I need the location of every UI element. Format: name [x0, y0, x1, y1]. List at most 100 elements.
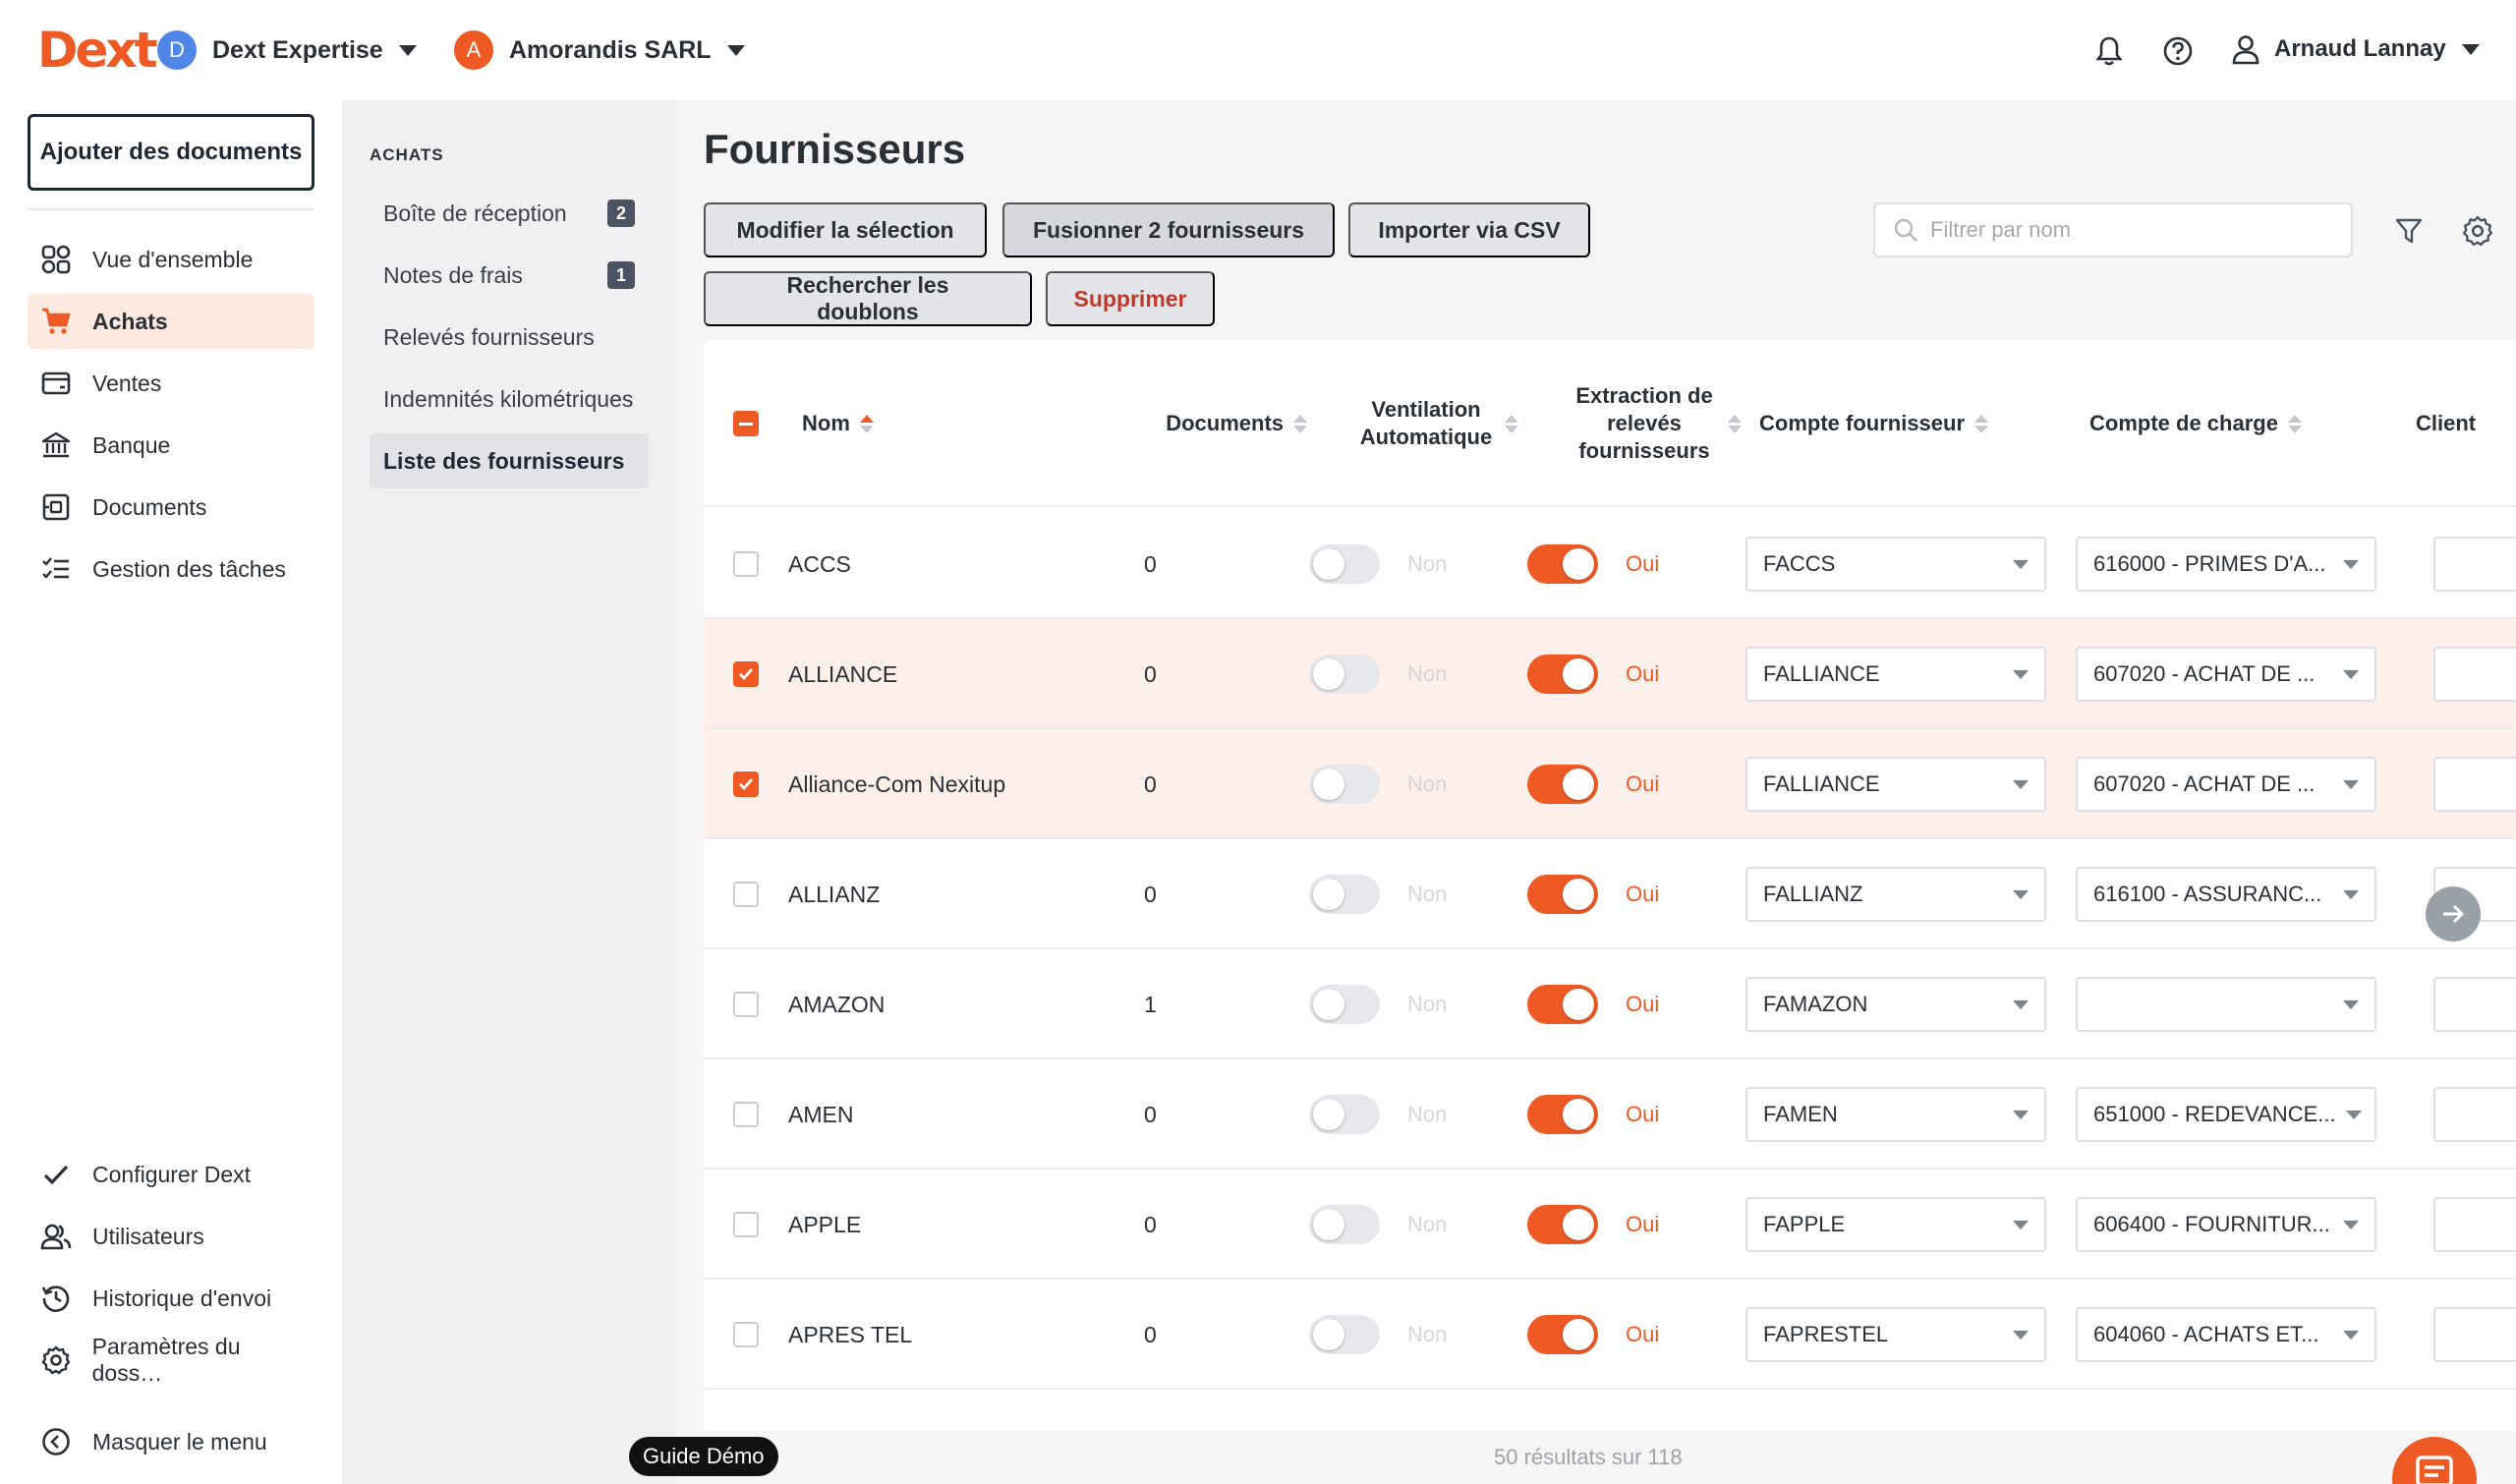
extraction-toggle[interactable]: Oui: [1527, 729, 1659, 839]
import-csv-button[interactable]: Importer via CSV: [1348, 202, 1590, 257]
user-menu[interactable]: Arnaud Lannay: [2231, 29, 2480, 69]
table-row[interactable]: APPLE 0 Non Oui FAPPLE 606400 - FOURNITUR...: [704, 1170, 2516, 1280]
supplier-name[interactable]: AMEN: [788, 1059, 853, 1170]
extraction-toggle[interactable]: Oui: [1527, 949, 1659, 1059]
client-account-select[interactable]: [2433, 509, 2516, 619]
client-account-select[interactable]: [2433, 1059, 2516, 1170]
ventilation-toggle[interactable]: Non: [1309, 729, 1447, 839]
charge-account-select[interactable]: 606400 - FOURNITUR...: [2076, 1170, 2376, 1280]
charge-account-select[interactable]: 607020 - ACHAT DE ...: [2076, 619, 2376, 729]
client-account-select[interactable]: [2433, 619, 2516, 729]
charge-account-select[interactable]: 616000 - PRIMES D'A...: [2076, 509, 2376, 619]
row-checkbox[interactable]: [733, 729, 759, 839]
row-checkbox[interactable]: [733, 839, 759, 949]
filter-by-name-field[interactable]: Filtrer par nom: [1873, 202, 2353, 257]
client-account-select[interactable]: [2433, 729, 2516, 839]
table-row[interactable]: AMEN 0 Non Oui FAMEN 651000 - REDEVANCE...: [704, 1059, 2516, 1170]
column-ventilation[interactable]: Ventilation Automatique: [1348, 340, 1527, 507]
org-switcher-client[interactable]: A Amorandis SARL: [454, 28, 745, 73]
ventilation-toggle[interactable]: Non: [1309, 839, 1447, 949]
supplier-name[interactable]: Alliance-Com Nexitup: [788, 729, 1005, 839]
nav-item-sales[interactable]: Ventes: [28, 356, 314, 411]
subnav-item-statements[interactable]: Relevés fournisseurs: [370, 310, 649, 365]
scroll-right-button[interactable]: [2426, 886, 2481, 942]
supplier-name[interactable]: ALLIANZ: [788, 839, 880, 949]
merge-suppliers-button[interactable]: Fusionner 2 fournisseurs: [1002, 202, 1335, 257]
charge-account-select[interactable]: 651000 - REDEVANCE...: [2076, 1059, 2376, 1170]
ventilation-toggle[interactable]: Non: [1309, 619, 1447, 729]
ventilation-toggle[interactable]: Non: [1309, 1280, 1447, 1390]
column-documents[interactable]: Documents: [1128, 340, 1307, 507]
supplier-account-select[interactable]: FAPRESTEL: [1745, 1280, 2046, 1390]
subnav-item-mileage[interactable]: Indemnités kilométriques: [370, 371, 649, 427]
bell-icon[interactable]: [2089, 31, 2129, 71]
subnav-item-inbox[interactable]: Boîte de réception 2: [370, 186, 649, 241]
charge-account-select[interactable]: 607020 - ACHAT DE ...: [2076, 729, 2376, 839]
find-duplicates-button[interactable]: Rechercher les doublons: [704, 271, 1032, 326]
column-extraction[interactable]: Extraction de relevés fournisseurs: [1565, 340, 1747, 507]
org-switcher-practice[interactable]: D Dext Expertise: [157, 28, 417, 73]
column-charge-account[interactable]: Compte de charge: [2089, 340, 2302, 507]
row-checkbox[interactable]: [733, 509, 759, 619]
subnav-item-expenses[interactable]: Notes de frais 1: [370, 248, 649, 303]
ventilation-toggle[interactable]: Non: [1309, 1059, 1447, 1170]
column-supplier-account[interactable]: Compte fournisseur: [1759, 340, 1989, 507]
client-account-select[interactable]: [2433, 949, 2516, 1059]
supplier-name[interactable]: APPLE: [788, 1170, 861, 1280]
hide-menu-button[interactable]: Masquer le menu: [28, 1414, 314, 1469]
ventilation-toggle[interactable]: Non: [1309, 1170, 1447, 1280]
supplier-account-select[interactable]: FAMEN: [1745, 1059, 2046, 1170]
client-account-select[interactable]: [2433, 1280, 2516, 1390]
extraction-toggle[interactable]: Oui: [1527, 619, 1659, 729]
demo-guide-button[interactable]: Guide Démo: [629, 1437, 778, 1476]
nav-item-documents[interactable]: Documents: [28, 480, 314, 535]
row-checkbox[interactable]: [733, 1059, 759, 1170]
nav-item-overview[interactable]: Vue d'ensemble: [28, 232, 314, 287]
row-checkbox[interactable]: [733, 1280, 759, 1390]
extraction-toggle[interactable]: Oui: [1527, 1170, 1659, 1280]
charge-account-select[interactable]: 616100 - ASSURANC...: [2076, 839, 2376, 949]
subnav-item-suppliers[interactable]: Liste des fournisseurs: [370, 433, 649, 488]
supplier-account-select[interactable]: FAPPLE: [1745, 1170, 2046, 1280]
column-client[interactable]: Client: [2416, 340, 2476, 507]
gear-icon[interactable]: [2459, 212, 2496, 250]
supplier-account-select[interactable]: FACCS: [1745, 509, 2046, 619]
supplier-name[interactable]: ALLIANCE: [788, 619, 897, 729]
supplier-account-select[interactable]: FALLIANZ: [1745, 839, 2046, 949]
supplier-name[interactable]: APRES TEL: [788, 1280, 912, 1390]
delete-button[interactable]: Supprimer: [1046, 271, 1215, 326]
supplier-name[interactable]: AMAZON: [788, 949, 885, 1059]
extraction-toggle[interactable]: Oui: [1527, 1059, 1659, 1170]
charge-account-select[interactable]: 604060 - ACHATS ET...: [2076, 1280, 2376, 1390]
nav-item-settings[interactable]: Paramètres du doss…: [28, 1333, 314, 1388]
ventilation-toggle[interactable]: Non: [1309, 949, 1447, 1059]
help-icon[interactable]: [2158, 31, 2198, 71]
nav-item-tasks[interactable]: Gestion des tâches: [28, 542, 314, 597]
nav-item-history[interactable]: Historique d'envoi: [28, 1271, 314, 1326]
add-documents-button[interactable]: Ajouter des documents: [28, 114, 314, 191]
ventilation-toggle[interactable]: Non: [1309, 509, 1447, 619]
supplier-account-select[interactable]: FAMAZON: [1745, 949, 2046, 1059]
column-name[interactable]: Nom: [802, 340, 874, 507]
table-row[interactable]: Alliance-Com Nexitup 0 Non Oui FALLIANCE 6070…: [704, 729, 2516, 839]
row-checkbox[interactable]: [733, 619, 759, 729]
table-row[interactable]: AMAZON 1 Non Oui FAMAZON: [704, 949, 2516, 1059]
supplier-name[interactable]: ACCS: [788, 509, 851, 619]
table-row[interactable]: APRES TEL 0 Non Oui FAPRESTEL 604060 - ACHATS…: [704, 1280, 2516, 1390]
table-row[interactable]: ALLIANZ 0 Non Oui FALLIANZ 616100 - ASSURANC.…: [704, 839, 2516, 949]
nav-item-users[interactable]: Utilisateurs: [28, 1209, 314, 1264]
supplier-account-select[interactable]: FALLIANCE: [1745, 729, 2046, 839]
nav-item-bank[interactable]: Banque: [28, 418, 314, 473]
row-checkbox[interactable]: [733, 1170, 759, 1280]
table-row[interactable]: ACCS 0 Non Oui FACCS 616000 - PRIMES D'A...: [704, 509, 2516, 619]
nav-item-configure[interactable]: Configurer Dext: [28, 1147, 314, 1202]
dext-logo[interactable]: Dext: [37, 22, 158, 79]
filter-icon[interactable]: [2390, 212, 2428, 250]
modify-selection-button[interactable]: Modifier la sélection: [704, 202, 987, 257]
charge-account-select[interactable]: [2076, 949, 2376, 1059]
table-row[interactable]: ALLIANCE 0 Non Oui FALLIANCE 607020 - ACHAT D…: [704, 619, 2516, 729]
select-all-checkbox[interactable]: [733, 340, 759, 507]
row-checkbox[interactable]: [733, 949, 759, 1059]
client-account-select[interactable]: [2433, 1170, 2516, 1280]
extraction-toggle[interactable]: Oui: [1527, 509, 1659, 619]
